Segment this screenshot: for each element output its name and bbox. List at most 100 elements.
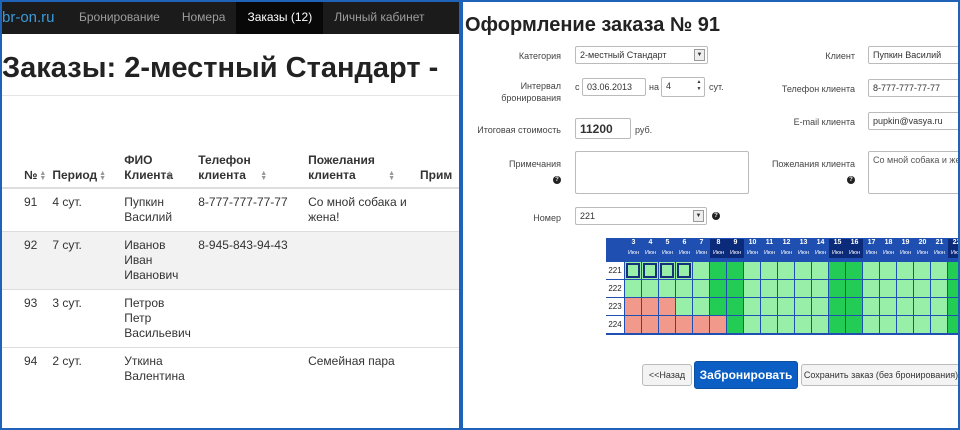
calendar-cell-free-weekend[interactable] bbox=[829, 262, 845, 279]
calendar-cell-free[interactable] bbox=[778, 316, 794, 333]
calendar-cell-free[interactable] bbox=[795, 280, 811, 297]
calendar-cell-free-weekend[interactable] bbox=[846, 280, 862, 297]
wishes-textarea[interactable]: Со мной собака и же bbox=[868, 151, 958, 194]
calendar-cell-free[interactable] bbox=[897, 298, 913, 315]
calendar-cell-free[interactable] bbox=[812, 298, 828, 315]
room-select[interactable]: 221 ▼ bbox=[575, 207, 707, 225]
calendar-cell-occupied[interactable] bbox=[659, 298, 675, 315]
calendar-cell-free[interactable] bbox=[931, 280, 947, 297]
column-header-phone[interactable]: Телефон клиента ▲ ▼ bbox=[198, 150, 309, 189]
calendar-cell-free[interactable] bbox=[744, 298, 760, 315]
calendar-cell-free-weekend[interactable] bbox=[710, 262, 726, 279]
calendar-cell-free[interactable] bbox=[880, 262, 896, 279]
calendar-cell-free[interactable] bbox=[693, 280, 709, 297]
calendar-cell-free[interactable] bbox=[863, 316, 879, 333]
calendar-cell-free[interactable] bbox=[761, 280, 777, 297]
calendar-cell-free[interactable] bbox=[676, 280, 692, 297]
column-header-fio[interactable]: ФИО Клиента▲ ▼ bbox=[124, 150, 199, 189]
calendar-cell-free[interactable] bbox=[761, 316, 777, 333]
calendar-cell-free[interactable] bbox=[693, 262, 709, 279]
calendar-cell-free-weekend[interactable] bbox=[727, 280, 743, 297]
notes-textarea[interactable] bbox=[575, 151, 749, 194]
calendar-cell-free-weekend[interactable] bbox=[829, 298, 845, 315]
calendar-cell-occupied[interactable] bbox=[625, 298, 641, 315]
calendar-cell-free[interactable] bbox=[676, 298, 692, 315]
calendar-cell-free[interactable] bbox=[744, 316, 760, 333]
book-button[interactable]: Забронировать bbox=[694, 361, 798, 389]
calendar-cell-free-weekend[interactable] bbox=[948, 298, 958, 315]
calendar-cell-selected[interactable] bbox=[625, 262, 641, 279]
calendar-cell-free[interactable] bbox=[897, 262, 913, 279]
nav-item-account[interactable]: Личный кабинет bbox=[323, 0, 435, 34]
calendar-cell-occupied[interactable] bbox=[642, 298, 658, 315]
calendar-cell-selected[interactable] bbox=[642, 262, 658, 279]
calendar-cell-occupied[interactable] bbox=[642, 316, 658, 333]
email-field[interactable]: pupkin@vasya.ru bbox=[868, 112, 958, 130]
calendar-cell-free[interactable] bbox=[880, 316, 896, 333]
spinner-arrows-icon[interactable]: ▲ ▼ bbox=[695, 79, 703, 93]
calendar-cell-free-weekend[interactable] bbox=[710, 280, 726, 297]
client-field[interactable]: Пупкин Василий bbox=[868, 46, 958, 64]
calendar-cell-free-weekend[interactable] bbox=[727, 298, 743, 315]
calendar-cell-free[interactable] bbox=[778, 262, 794, 279]
calendar-cell-occupied[interactable] bbox=[676, 316, 692, 333]
calendar-cell-free-weekend[interactable] bbox=[846, 262, 862, 279]
calendar-cell-free-weekend[interactable] bbox=[727, 316, 743, 333]
calendar-cell-free[interactable] bbox=[812, 316, 828, 333]
help-icon[interactable]: ? bbox=[712, 212, 720, 220]
calendar-cell-free[interactable] bbox=[642, 280, 658, 297]
calendar-cell-occupied[interactable] bbox=[625, 316, 641, 333]
calendar-cell-free-weekend[interactable] bbox=[710, 298, 726, 315]
calendar-cell-free[interactable] bbox=[812, 280, 828, 297]
calendar-cell-free-weekend[interactable] bbox=[948, 280, 958, 297]
calendar-cell-free[interactable] bbox=[931, 298, 947, 315]
calendar-cell-occupied[interactable] bbox=[659, 316, 675, 333]
column-header-num[interactable]: № ▲ ▼ bbox=[0, 150, 51, 189]
column-header-period[interactable]: Период ▲ ▼ bbox=[50, 150, 125, 189]
calendar-cell-free[interactable] bbox=[897, 280, 913, 297]
client-phone-field[interactable]: 8-777-777-77-77 bbox=[868, 79, 958, 97]
calendar-cell-free[interactable] bbox=[761, 298, 777, 315]
table-row[interactable]: 92 7 сут. Иванов Иван Иванович 8-945-843… bbox=[0, 231, 460, 290]
nav-item-orders[interactable]: Заказы (12) bbox=[236, 0, 324, 34]
calendar-cell-occupied[interactable] bbox=[710, 316, 726, 333]
nav-item-booking[interactable]: Бронирование bbox=[68, 0, 171, 34]
calendar-cell-free[interactable] bbox=[778, 298, 794, 315]
calendar-cell-free[interactable] bbox=[880, 298, 896, 315]
calendar-cell-free[interactable] bbox=[795, 316, 811, 333]
calendar-cell-free[interactable] bbox=[914, 280, 930, 297]
calendar-cell-free-weekend[interactable] bbox=[829, 280, 845, 297]
calendar-cell-free[interactable] bbox=[863, 298, 879, 315]
calendar-cell-free[interactable] bbox=[625, 280, 641, 297]
calendar-cell-free[interactable] bbox=[931, 316, 947, 333]
calendar-cell-free-weekend[interactable] bbox=[948, 262, 958, 279]
calendar-cell-free[interactable] bbox=[914, 262, 930, 279]
days-stepper[interactable]: 4 ▲ ▼ bbox=[661, 77, 705, 97]
help-icon[interactable]: ? bbox=[553, 176, 561, 184]
calendar-cell-free[interactable] bbox=[659, 280, 675, 297]
calendar-cell-free-weekend[interactable] bbox=[846, 316, 862, 333]
calendar-cell-free[interactable] bbox=[744, 280, 760, 297]
brand-logo[interactable]: br-on.ru bbox=[0, 9, 68, 26]
category-select[interactable]: 2-местный Стандарт ▼ bbox=[575, 46, 708, 64]
calendar-cell-free[interactable] bbox=[914, 298, 930, 315]
calendar-cell-selected[interactable] bbox=[659, 262, 675, 279]
calendar-cell-free[interactable] bbox=[693, 298, 709, 315]
calendar-cell-free[interactable] bbox=[914, 316, 930, 333]
help-icon[interactable]: ? bbox=[847, 176, 855, 184]
back-button[interactable]: <<Назад bbox=[642, 364, 692, 386]
column-header-note[interactable]: Прим bbox=[420, 150, 460, 189]
table-row[interactable]: 94 2 сут. Уткина Валентина Семейная пара bbox=[0, 347, 460, 390]
column-header-wish[interactable]: Пожелания клиента ▲ ▼ bbox=[308, 150, 420, 189]
calendar-cell-free-weekend[interactable] bbox=[846, 298, 862, 315]
save-order-button[interactable]: Сохранить заказ (без бронирования) bbox=[801, 364, 958, 386]
calendar-cell-selected[interactable] bbox=[676, 262, 692, 279]
calendar-cell-free-weekend[interactable] bbox=[829, 316, 845, 333]
calendar-cell-free[interactable] bbox=[744, 262, 760, 279]
date-input[interactable]: 03.06.2013 bbox=[582, 78, 646, 96]
calendar-cell-free-weekend[interactable] bbox=[727, 262, 743, 279]
table-row[interactable]: 93 3 сут. Петров Петр Васильевич bbox=[0, 289, 460, 348]
calendar-cell-free[interactable] bbox=[795, 298, 811, 315]
calendar-cell-free[interactable] bbox=[931, 262, 947, 279]
calendar-cell-free[interactable] bbox=[880, 280, 896, 297]
